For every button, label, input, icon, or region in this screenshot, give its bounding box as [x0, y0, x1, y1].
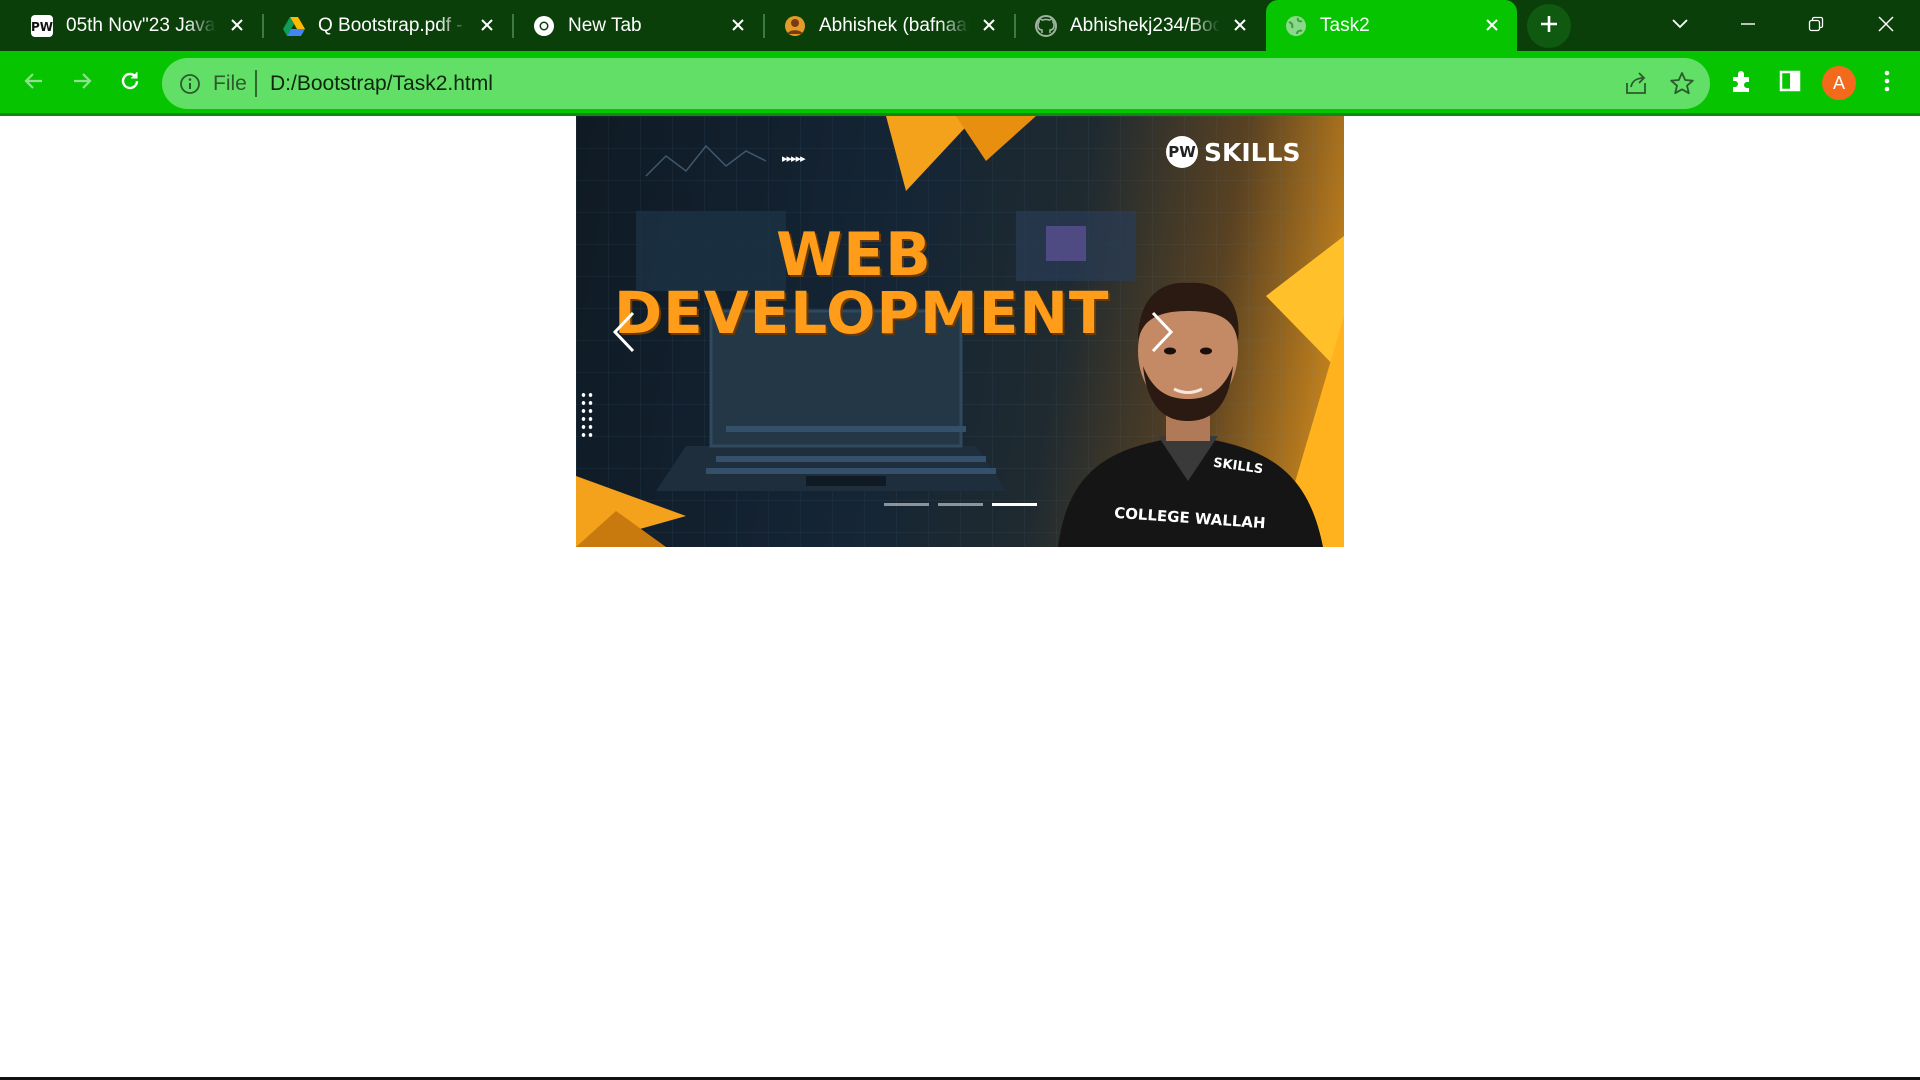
tab-abhishek-profile[interactable]: Abhishek (bafnaabhishek) [765, 0, 1014, 51]
puzzle-icon [1729, 68, 1755, 99]
tab-title: New Tab [568, 14, 642, 36]
new-tab-button[interactable] [1527, 4, 1571, 48]
brand-mark: PW [1166, 136, 1198, 168]
plus-icon [1539, 14, 1559, 39]
arrow-left-icon [22, 69, 46, 98]
slide-heading-line2: DEVELOPMENT [614, 279, 1110, 347]
back-button[interactable] [14, 63, 54, 103]
browser-toolbar: File D:/Bootstrap/Task2.html A [0, 51, 1920, 116]
tab-new-tab[interactable]: New Tab [514, 0, 763, 51]
chrome-icon [532, 14, 556, 38]
chevron-right-icon [1149, 310, 1175, 359]
share-icon[interactable] [1622, 70, 1650, 98]
side-panel-button[interactable] [1771, 64, 1809, 102]
close-tab-icon[interactable] [1481, 14, 1503, 36]
tab-javascript[interactable]: PW 05th Nov"23 Javascript [12, 0, 262, 51]
google-drive-icon [282, 14, 306, 38]
url-text[interactable]: D:/Bootstrap/Task2.html [270, 72, 493, 96]
pw-skills-favicon-icon: PW [30, 14, 54, 38]
more-vertical-icon [1883, 69, 1891, 98]
tab-title: Abhishek (bafnaabhishek) [819, 14, 969, 36]
reload-button[interactable] [110, 63, 150, 103]
tab-title: 05th Nov"23 Javascript [66, 14, 216, 36]
minimize-icon [1740, 16, 1756, 37]
side-panel-icon [1778, 69, 1802, 98]
tab-title: Task2 [1320, 14, 1370, 36]
arrows-decoration: ▸▸▸▸▸ [782, 153, 806, 165]
tab-search-button[interactable] [1660, 6, 1700, 46]
reload-icon [118, 69, 142, 98]
forward-button[interactable] [62, 63, 102, 103]
tab-bootstrap-pdf[interactable]: Q Bootstrap.pdf - Google Drive [264, 0, 512, 51]
arrow-right-icon [70, 69, 94, 98]
chevron-left-icon [611, 310, 637, 359]
close-window-button[interactable] [1866, 6, 1906, 46]
tab-strip: PW 05th Nov"23 Javascript Q Bootstrap.pd… [0, 0, 1920, 51]
close-tab-icon[interactable] [226, 14, 248, 36]
close-tab-icon[interactable] [1229, 14, 1251, 36]
github-icon [1034, 14, 1058, 38]
tab-github-repo[interactable]: Abhishekj234/Bootstrap [1016, 0, 1265, 51]
close-tab-icon[interactable] [727, 14, 749, 36]
image-carousel[interactable]: ▸▸▸▸▸ PW SKILLS WEB DEVELOPMENT SKILLS C… [576, 116, 1344, 547]
tab-task2[interactable]: Task2 [1266, 0, 1517, 51]
restore-button[interactable] [1796, 6, 1836, 46]
minimize-button[interactable] [1728, 6, 1768, 46]
carousel-prev-button[interactable] [594, 294, 654, 374]
omnibox-divider [255, 70, 257, 97]
restore-icon [1808, 16, 1824, 37]
extensions-button[interactable] [1723, 64, 1761, 102]
bookmark-star-icon[interactable] [1668, 70, 1696, 98]
carousel-indicator-1[interactable] [884, 503, 929, 506]
globe-icon [1284, 14, 1308, 38]
info-icon[interactable] [178, 72, 202, 96]
carousel-indicator-2[interactable] [938, 503, 983, 506]
chevron-down-icon [1671, 17, 1689, 35]
browser-menu-button[interactable] [1868, 64, 1906, 102]
address-bar[interactable]: File D:/Bootstrap/Task2.html [162, 58, 1710, 109]
close-icon [1877, 15, 1895, 38]
dots-decoration [580, 391, 594, 441]
brand-logo: PW SKILLS [1166, 136, 1301, 168]
carousel-indicators [884, 503, 1037, 506]
carousel-indicator-3[interactable] [992, 503, 1037, 506]
svg-text:PW: PW [31, 20, 53, 34]
scheme-label: File [213, 72, 247, 95]
carousel-next-button[interactable] [1132, 294, 1192, 374]
tab-title: Q Bootstrap.pdf - Google Drive [318, 14, 468, 36]
profile-avatar[interactable]: A [1822, 66, 1856, 100]
profile-icon [783, 14, 807, 38]
close-tab-icon[interactable] [476, 14, 498, 36]
presenter-image [1058, 282, 1323, 547]
tab-title: Abhishekj234/Bootstrap [1070, 14, 1220, 36]
brand-name: SKILLS [1204, 137, 1301, 167]
close-tab-icon[interactable] [978, 14, 1000, 36]
